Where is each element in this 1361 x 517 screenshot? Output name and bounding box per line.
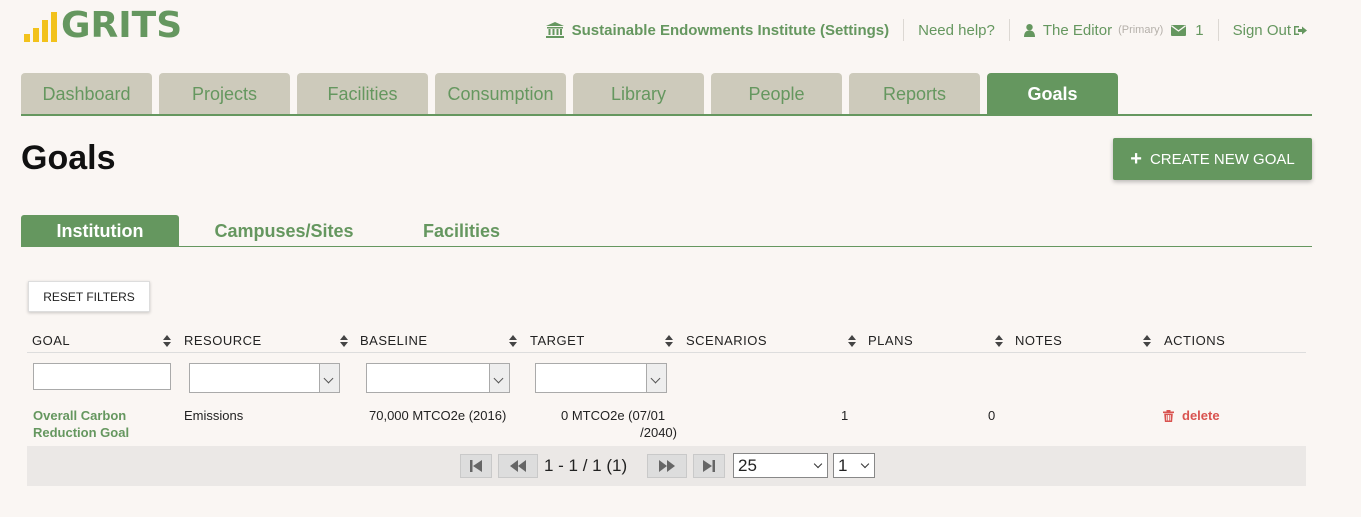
table-header: GOAL RESOURCE BASELINE TARGET SCENARIOS … [27,329,1306,353]
pagination-bar: 1 - 1 / 1 (1) 25 1 [27,446,1306,486]
previous-page-icon [510,460,526,472]
col-baseline: BASELINE [360,333,428,348]
subtab-campuses-sites[interactable]: Campuses/Sites [179,215,389,247]
goal-name-line: Overall Carbon [33,408,127,423]
user-role: (Primary) [1118,24,1164,36]
tab-library[interactable]: Library [573,73,704,115]
sort-icon[interactable] [848,335,856,347]
create-new-goal-button[interactable]: + CREATE NEW GOAL [1113,138,1312,180]
tab-facilities[interactable]: Facilities [297,73,428,115]
user-name: The Editor [1042,21,1113,39]
subtabs-divider [21,246,1312,247]
chevron-down-icon [860,459,870,469]
logo-bars-icon [24,12,57,42]
page-size-select[interactable]: 25 [733,453,828,478]
tab-people[interactable]: People [711,73,842,115]
sort-icon[interactable] [1143,335,1151,347]
create-button-label: CREATE NEW GOAL [1149,150,1295,168]
institution-icon [545,22,564,38]
sort-icon[interactable] [995,335,1003,347]
sort-icon[interactable] [163,335,171,347]
user-menu[interactable]: The Editor (Primary) 1 [1010,18,1218,42]
logo-text: GRITS [61,5,183,46]
subtab-institution[interactable]: Institution [21,215,179,247]
col-notes: NOTES [1015,333,1063,348]
envelope-icon[interactable] [1171,24,1187,36]
sort-icon[interactable] [665,335,673,347]
col-target: TARGET [530,333,585,348]
page-size-value: 25 [738,456,757,475]
resource-cell: Emissions [184,408,244,423]
goals-table: GOAL RESOURCE BASELINE TARGET SCENARIOS … [27,329,1306,440]
first-page-icon [470,460,482,472]
target-line: /2040) [640,425,677,440]
last-page-button[interactable] [693,454,725,478]
main-tabs: Dashboard Projects Facilities Consumptio… [21,73,1118,115]
top-navigation: Sustainable Endowments Institute (Settin… [545,18,1307,42]
sign-out-icon [1294,25,1307,35]
target-line: 0 MTCO2e (07/01 [561,408,666,423]
tab-goals[interactable]: Goals [987,73,1118,115]
sub-tabs: Institution Campuses/Sites Facilities [21,215,534,247]
plus-icon: + [1130,148,1142,170]
col-scenarios: SCENARIOS [686,333,768,348]
col-goal: GOAL [32,333,71,348]
page-number-value: 1 [838,456,848,475]
tab-consumption[interactable]: Consumption [435,73,566,115]
baseline-cell: 70,000 MTCO2e (2016) [369,408,507,423]
user-icon [1023,23,1035,37]
chevron-down-icon [646,364,666,392]
sort-icon[interactable] [340,335,348,347]
first-page-button[interactable] [460,454,492,478]
sign-out-label: Sign Out [1232,21,1291,39]
trash-icon [1163,409,1174,422]
tab-dashboard[interactable]: Dashboard [21,73,152,115]
goal-name-line: Reduction Goal [33,425,130,440]
chevron-down-icon [813,459,823,469]
baseline-filter-select[interactable] [366,363,510,393]
last-page-icon [703,460,715,472]
sort-icon[interactable] [509,335,517,347]
chevron-down-icon [319,364,339,392]
page-title: Goals [21,139,116,177]
col-actions: ACTIONS [1164,333,1226,348]
page-info: 1 - 1 / 1 (1) [544,456,628,475]
message-count: 1 [1195,21,1204,39]
plans-cell: 0 [988,408,996,423]
subtab-facilities[interactable]: Facilities [389,215,534,247]
help-link[interactable]: Need help? [904,18,1009,42]
tab-reports[interactable]: Reports [849,73,980,115]
grits-logo[interactable]: GRITS [24,8,182,44]
previous-page-button[interactable] [498,454,538,478]
delete-label: delete [1182,408,1220,423]
page-number-select[interactable]: 1 [833,453,875,478]
next-page-icon [659,460,675,472]
tab-projects[interactable]: Projects [159,73,290,115]
next-page-button[interactable] [647,454,687,478]
sign-out-link[interactable]: Sign Out [1219,18,1307,42]
scenarios-cell: 1 [841,408,849,423]
institution-settings-link[interactable]: Sustainable Endowments Institute (Settin… [545,18,904,42]
resource-filter-select[interactable] [189,363,340,393]
goal-name-link[interactable]: Overall Carbon Reduction Goal [33,407,153,441]
target-filter-select[interactable] [535,363,667,393]
delete-action[interactable]: delete [1163,407,1220,424]
chevron-down-icon [489,364,509,392]
reset-filters-button[interactable]: RESET FILTERS [28,281,150,312]
goal-filter-input[interactable] [33,363,171,390]
tabs-divider [21,114,1312,116]
col-plans: PLANS [868,333,914,348]
col-resource: RESOURCE [184,333,262,348]
target-cell: 0 MTCO2e (07/01 /2040) [561,407,677,441]
institution-label: Sustainable Endowments Institute (Settin… [571,21,890,39]
